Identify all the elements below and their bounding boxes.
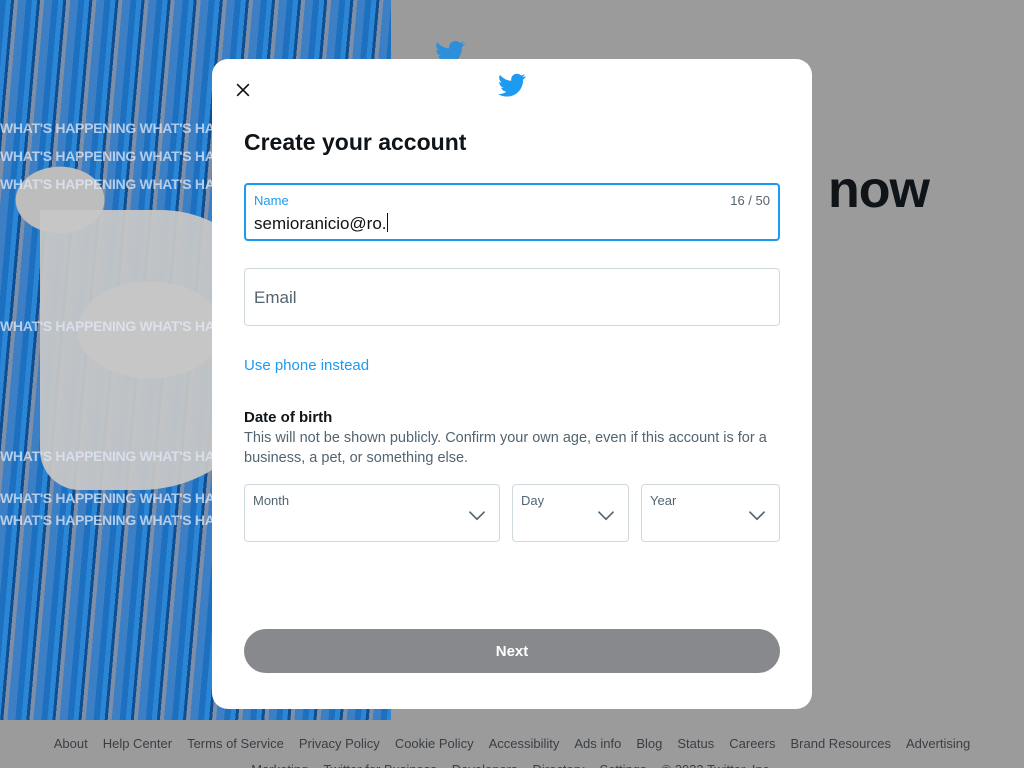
next-button[interactable]: Next [244,629,780,673]
close-button[interactable] [226,73,260,107]
name-field-label: Name [254,193,289,208]
day-label: Day [521,493,545,508]
footer-link[interactable]: Twitter for Business [323,754,436,768]
footer-link[interactable]: Brand Resources [791,728,891,760]
signup-modal: Create your account Name 16 / 50 semiora… [212,59,812,709]
footer-link[interactable]: Settings [600,754,647,768]
name-field[interactable]: Name 16 / 50 semioranicio@ro. [244,183,780,241]
footer-link[interactable]: Developers [452,754,518,768]
footer-link[interactable]: Advertising [906,728,970,760]
close-icon [236,83,250,97]
email-placeholder: Email [254,288,297,307]
chevron-down-icon [597,511,615,521]
footer-link[interactable]: Marketing [251,754,308,768]
dob-description: This will not be shown publicly. Confirm… [244,430,767,466]
text-caret [386,213,388,232]
footer: About Help Center Terms of Service Priva… [0,728,1024,768]
chevron-down-icon [468,511,486,521]
year-select[interactable]: Year [641,484,780,542]
background-headline: now [828,161,930,219]
month-label: Month [253,493,290,508]
year-label: Year [650,493,677,508]
footer-link[interactable]: Directory [533,754,585,768]
footer-link[interactable]: Help Center [103,728,172,760]
twitter-bird-icon [496,71,528,99]
name-input[interactable]: semioranicio@ro. [254,213,754,234]
name-input-value: semioranicio@ro. [254,214,387,233]
copyright-text: © 2022 Twitter, Inc. [662,754,773,768]
footer-link[interactable]: About [54,728,88,760]
page-title: Create your account [244,129,467,155]
month-select[interactable]: Month [244,484,500,542]
name-char-counter: 16 / 50 [730,193,770,208]
chevron-down-icon [748,511,766,521]
dob-heading: Date of birth [244,409,333,426]
email-field[interactable]: Email [244,268,780,326]
use-phone-link[interactable]: Use phone instead [244,357,369,374]
day-select[interactable]: Day [512,484,629,542]
